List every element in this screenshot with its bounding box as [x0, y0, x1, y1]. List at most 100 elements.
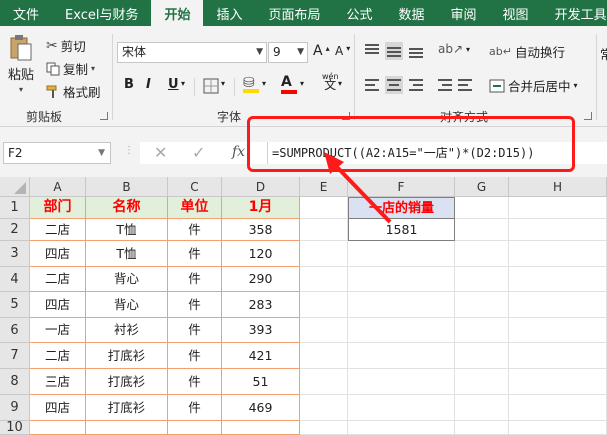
wrap-text-button[interactable]: ab↵ 自动换行: [489, 42, 565, 61]
column-header-c[interactable]: C: [168, 177, 222, 197]
grid-cell[interactable]: [348, 343, 455, 369]
bold-button[interactable]: B: [124, 77, 134, 92]
grid-cell[interactable]: [455, 241, 509, 267]
grid-cell[interactable]: [300, 292, 348, 318]
table-cell[interactable]: 件: [168, 219, 222, 241]
table-cell[interactable]: 衬衫: [86, 318, 168, 343]
table-cell[interactable]: 打底衫: [86, 395, 168, 421]
table-cell[interactable]: T恤: [86, 219, 168, 241]
table-header-cell[interactable]: 部门: [30, 197, 86, 219]
number-format-cutoff[interactable]: 常: [600, 44, 607, 63]
table-cell[interactable]: 一店: [30, 318, 86, 343]
grid-cell[interactable]: [455, 318, 509, 343]
tab-5[interactable]: 公式: [334, 0, 386, 26]
column-header-b[interactable]: B: [86, 177, 168, 197]
grid-cell[interactable]: [300, 197, 348, 219]
table-cell[interactable]: 393: [222, 318, 300, 343]
table-cell[interactable]: 二店: [30, 219, 86, 241]
grid-cell[interactable]: [455, 369, 509, 395]
column-header-f[interactable]: F: [348, 177, 455, 197]
grid-cell[interactable]: [509, 267, 607, 292]
grid-cell[interactable]: [509, 369, 607, 395]
horizontal-align-icons[interactable]: [363, 76, 429, 94]
drag-handle-icon[interactable]: ⋮: [124, 145, 134, 156]
grid-cell[interactable]: [509, 421, 607, 435]
font-name-combo[interactable]: 宋体 ▼: [117, 42, 267, 63]
summary-header-cell[interactable]: 一店的销量: [348, 197, 455, 219]
font-color-button[interactable]: A: [281, 74, 297, 94]
table-cell[interactable]: 件: [168, 369, 222, 395]
table-header-cell[interactable]: 单位: [168, 197, 222, 219]
row-header[interactable]: 7: [0, 343, 30, 369]
table-cell[interactable]: 二店: [30, 343, 86, 369]
grid-cell[interactable]: [348, 318, 455, 343]
tab-9[interactable]: 开发工具: [542, 0, 607, 26]
table-cell[interactable]: 件: [168, 395, 222, 421]
grid-cell[interactable]: [348, 395, 455, 421]
table-cell[interactable]: [222, 421, 300, 435]
cancel-icon[interactable]: ✕: [154, 143, 167, 162]
vertical-align-icons[interactable]: [363, 42, 429, 60]
grid-cell[interactable]: [300, 395, 348, 421]
table-cell[interactable]: T恤: [86, 241, 168, 267]
row-header[interactable]: 3: [0, 241, 30, 267]
table-header-cell[interactable]: 1月: [222, 197, 300, 219]
fill-color-button[interactable]: ⛁: [243, 75, 259, 93]
font-color-dropdown-icon[interactable]: ▾: [300, 79, 304, 88]
table-cell[interactable]: 背心: [86, 292, 168, 318]
select-all-corner[interactable]: [0, 177, 30, 197]
table-cell[interactable]: 背心: [86, 267, 168, 292]
row-header[interactable]: 4: [0, 267, 30, 292]
grid-cell[interactable]: [300, 318, 348, 343]
column-header-d[interactable]: D: [222, 177, 300, 197]
table-cell[interactable]: 421: [222, 343, 300, 369]
tab-0[interactable]: 文件: [0, 0, 52, 26]
table-cell[interactable]: 件: [168, 292, 222, 318]
fill-dropdown-icon[interactable]: ▾: [262, 79, 266, 88]
table-cell[interactable]: 283: [222, 292, 300, 318]
grid-cell[interactable]: [348, 292, 455, 318]
table-cell[interactable]: 件: [168, 267, 222, 292]
row-header[interactable]: 1: [0, 197, 30, 219]
copy-button[interactable]: 复制 ▾: [46, 59, 95, 78]
row-header[interactable]: 6: [0, 318, 30, 343]
clipboard-launcher-icon[interactable]: [100, 112, 108, 120]
phonetic-button[interactable]: wén 文: [322, 72, 339, 91]
cut-button[interactable]: ✂ 剪切: [46, 36, 86, 55]
table-cell[interactable]: 三店: [30, 369, 86, 395]
table-cell[interactable]: 打底衫: [86, 343, 168, 369]
table-cell[interactable]: 120: [222, 241, 300, 267]
paste-dropdown-icon[interactable]: ▾: [19, 85, 23, 94]
table-cell[interactable]: 二店: [30, 267, 86, 292]
grid-cell[interactable]: [348, 241, 455, 267]
row-header[interactable]: 2: [0, 219, 30, 241]
summary-value-cell[interactable]: 1581: [348, 219, 455, 241]
grid-cell[interactable]: [455, 219, 509, 241]
grid-cell[interactable]: [300, 241, 348, 267]
enter-check-icon[interactable]: ✓: [192, 143, 205, 162]
tab-1[interactable]: Excel与财务: [52, 0, 151, 26]
name-box[interactable]: F2 ▼: [3, 142, 111, 164]
merge-center-button[interactable]: 合并后居中 ▾: [489, 76, 578, 95]
table-cell[interactable]: 件: [168, 343, 222, 369]
table-cell[interactable]: 件: [168, 318, 222, 343]
tab-7[interactable]: 审阅: [438, 0, 490, 26]
table-cell[interactable]: 四店: [30, 395, 86, 421]
grid-cell[interactable]: [509, 241, 607, 267]
grid-cell[interactable]: [455, 292, 509, 318]
column-header-a[interactable]: A: [30, 177, 86, 197]
column-header-g[interactable]: G: [455, 177, 509, 197]
grid-cell[interactable]: [509, 219, 607, 241]
phonetic-dropdown-icon[interactable]: ▾: [338, 79, 342, 88]
grid-cell[interactable]: [348, 369, 455, 395]
table-cell[interactable]: 四店: [30, 292, 86, 318]
row-header[interactable]: 10: [0, 421, 30, 435]
border-dropdown-icon[interactable]: ▾: [221, 79, 225, 88]
grid-cell[interactable]: [455, 395, 509, 421]
underline-button[interactable]: U: [168, 77, 179, 92]
border-icon[interactable]: [203, 78, 219, 94]
shrink-font-button[interactable]: A ▾: [335, 44, 350, 59]
indent-icons[interactable]: [436, 76, 476, 94]
table-cell[interactable]: 469: [222, 395, 300, 421]
tab-6[interactable]: 数据: [386, 0, 438, 26]
